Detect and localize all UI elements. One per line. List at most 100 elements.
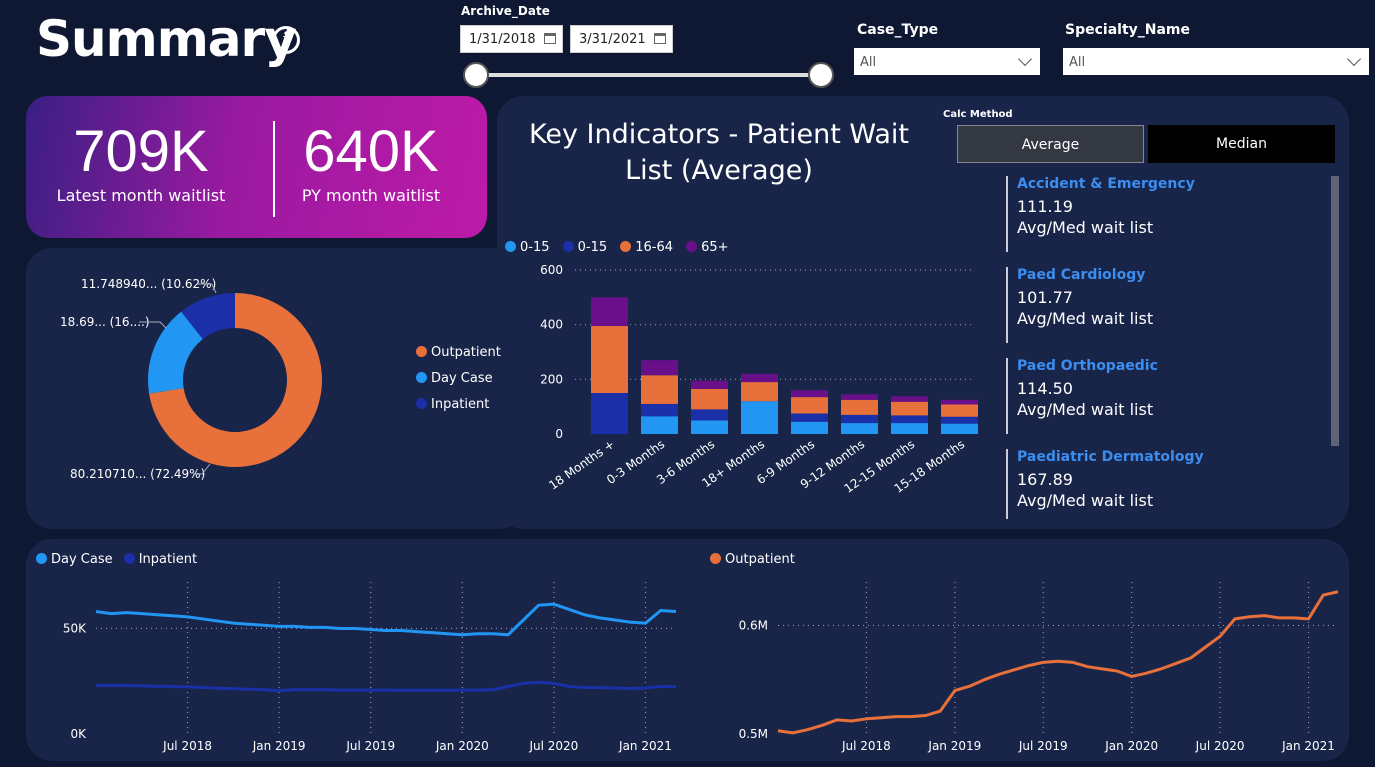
bar-segment <box>791 413 828 422</box>
x-tick-label: Jul 2018 <box>162 739 212 753</box>
age-dot-icon <box>620 241 632 252</box>
legend-day-case[interactable]: Day Case <box>416 371 501 386</box>
specialty-card-title: Paed Cardiology <box>1017 267 1146 283</box>
daycase-inpatient-line-chart[interactable]: Jul 2018 Jan 2019 Jul 2019 Jan 2020 Jul 2020… <box>30 570 690 760</box>
case-type-value: All <box>860 55 877 70</box>
specialty-card-caption: Avg/Med wait list <box>1017 218 1154 237</box>
inpatient-dot-icon <box>123 553 135 564</box>
age-dot-icon <box>562 241 574 252</box>
specialty-card[interactable]: Paediatric Dermatology 167.89 Avg/Med wa… <box>1006 449 1326 519</box>
bar-segment <box>941 399 978 405</box>
specialty-card[interactable]: Accident & Emergency 111.19 Avg/Med wait… <box>1006 176 1326 252</box>
bar-segment <box>591 326 628 393</box>
x-tick-label: Jan 2019 <box>252 739 306 753</box>
slider-end-handle[interactable] <box>808 62 834 88</box>
y-tick-label: 0 <box>555 427 563 441</box>
legend-line-day-case[interactable]: Day Case <box>36 552 113 567</box>
case-type-dropdown[interactable]: All <box>854 48 1040 75</box>
line-legend-right: Outpatient <box>710 548 795 567</box>
legend-age-0-15-a[interactable]: 0-15 <box>505 240 550 255</box>
legend-line-outpatient-label: Outpatient <box>725 552 795 567</box>
legend-age-0-15-b[interactable]: 0-15 <box>562 240 607 255</box>
bar-segment <box>641 360 678 376</box>
bar-segment <box>641 375 678 404</box>
bar-segment <box>691 388 728 410</box>
outpatient-line-chart[interactable]: Jul 2018 Jan 2019 Jul 2019 Jan 2020 Jul 2020… <box>700 570 1348 760</box>
x-tick-label: Jul 2019 <box>1018 739 1068 753</box>
series-line <box>96 680 676 693</box>
key-indicators-title-line2: List (Average) <box>625 155 813 186</box>
bar-segment <box>841 399 878 415</box>
specialty-card-value: 114.50 <box>1017 379 1073 398</box>
end-date-input[interactable]: 3/31/2021 <box>570 25 673 53</box>
calc-median-button[interactable]: Median <box>1148 125 1335 163</box>
x-tick-label: Jul 2020 <box>528 739 578 753</box>
age-dot-icon <box>505 241 516 252</box>
donut-slice-label: 18.69... (16....) <box>60 315 150 329</box>
x-tick-label: Jan 2020 <box>435 739 489 753</box>
stacked-bar-chart[interactable]: 020040060018 Months +0-3 Months3-6 Month… <box>505 255 990 530</box>
date-range-slider-track[interactable] <box>476 73 822 77</box>
key-indicators-title-line1: Key Indicators - Patient Wait <box>528 119 910 150</box>
y-tick-label: 0.5M <box>739 727 768 741</box>
bar-segment <box>841 423 878 434</box>
legend-line-inpatient[interactable]: Inpatient <box>123 552 198 567</box>
y-tick-label: 0.6M <box>739 618 768 632</box>
specialty-card-caption: Avg/Med wait list <box>1017 400 1154 419</box>
specialty-name-dropdown[interactable]: All <box>1063 48 1369 75</box>
legend-outpatient-label: Outpatient <box>431 345 501 360</box>
legend-age-16-64[interactable]: 16-64 <box>620 240 673 255</box>
bar-segment <box>591 297 628 327</box>
legend-age-16-64-label: 16-64 <box>635 240 673 255</box>
day-case-dot-icon <box>36 553 47 564</box>
calendar-icon[interactable] <box>654 33 666 44</box>
info-icon[interactable]: i <box>272 26 300 54</box>
x-tick-label: Jul 2020 <box>1195 739 1245 753</box>
legend-age-65-label: 65+ <box>701 240 729 255</box>
legend-outpatient[interactable]: Outpatient <box>416 345 501 360</box>
legend-inpatient[interactable]: Inpatient <box>416 397 501 412</box>
bar-segment <box>941 423 978 434</box>
inpatient-dot-icon <box>416 398 427 409</box>
calendar-icon[interactable] <box>544 33 556 44</box>
start-date-input[interactable]: 1/31/2018 <box>460 25 563 53</box>
legend-day-case-label: Day Case <box>431 371 493 386</box>
specialty-card-title: Paed Orthopaedic <box>1017 358 1158 374</box>
py-waitlist-value: 640K <box>303 119 439 184</box>
line-legend-left: Day Case Inpatient <box>36 548 197 567</box>
donut-legend: Outpatient Day Case Inpatient <box>416 345 501 412</box>
bar-segment <box>741 382 778 402</box>
bar-segment <box>641 403 678 417</box>
slider-start-handle[interactable] <box>463 62 489 88</box>
py-waitlist-label: PY month waitlist <box>301 186 441 205</box>
bar-segment <box>741 373 778 383</box>
bar-segment <box>941 416 978 424</box>
series-line <box>777 590 1339 735</box>
specialty-name-label: Specialty_Name <box>1065 22 1191 38</box>
bar-segment <box>691 380 728 389</box>
page-title: Summary <box>36 10 297 68</box>
bar-segment <box>791 390 828 398</box>
specialty-card-value: 111.19 <box>1017 197 1073 216</box>
specialty-card[interactable]: Paed Orthopaedic 114.50 Avg/Med wait lis… <box>1006 358 1326 434</box>
calc-average-button[interactable]: Average <box>957 125 1144 163</box>
legend-line-inpatient-label: Inpatient <box>138 552 198 567</box>
bar-segment <box>891 415 928 424</box>
latest-waitlist-value: 709K <box>73 119 209 184</box>
x-tick-label: Jan 2021 <box>1281 739 1335 753</box>
bar-segment <box>891 401 928 416</box>
archive-date-label: Archive_Date <box>461 4 550 18</box>
cards-scrollbar[interactable] <box>1331 176 1339 446</box>
x-tick-label: Jan 2020 <box>1104 739 1158 753</box>
specialty-card[interactable]: Paed Cardiology 101.77 Avg/Med wait list <box>1006 267 1326 343</box>
outpatient-dot-icon <box>710 553 721 564</box>
legend-line-outpatient[interactable]: Outpatient <box>710 552 795 567</box>
key-indicators-title: Key Indicators - Patient Wait List (Aver… <box>506 117 932 189</box>
donut-slice-label: 80.210710... (72.49%) <box>70 467 205 481</box>
outpatient-dot-icon <box>416 346 427 357</box>
y-tick-label: 200 <box>540 372 563 386</box>
end-date-value: 3/31/2021 <box>579 32 646 47</box>
legend-age-65[interactable]: 65+ <box>686 240 729 255</box>
x-tick-label: Jan 2021 <box>618 739 672 753</box>
legend-line-day-case-label: Day Case <box>51 552 113 567</box>
